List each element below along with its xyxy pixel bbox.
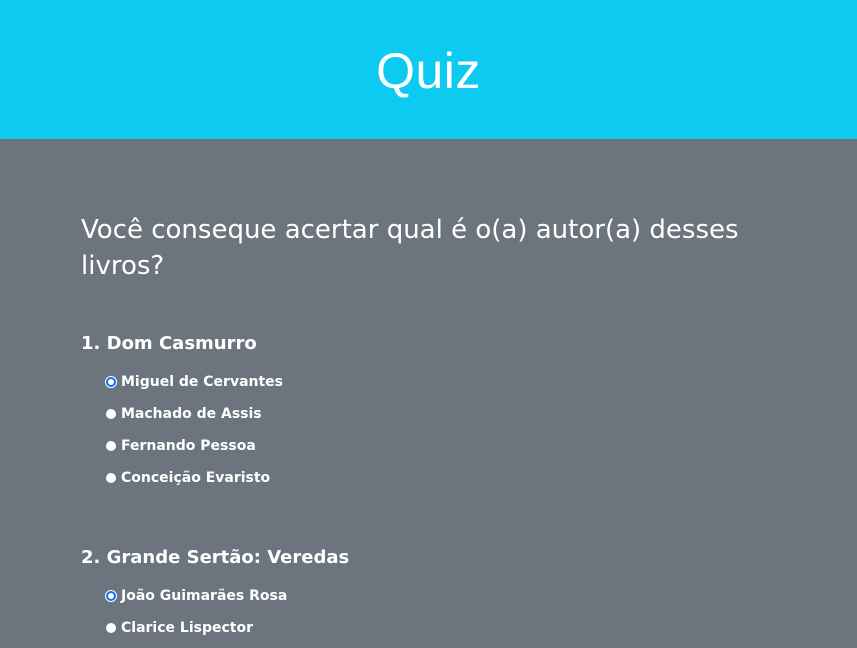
question-title: 1. Dom Casmurro [81,333,257,354]
answer-option[interactable]: Clarice Lispector [106,612,287,644]
radio-button[interactable] [106,441,116,451]
answer-options: João Guimarães Rosa Clarice Lispector [106,580,287,644]
question-title: 2. Grande Sertão: Veredas [81,547,350,568]
page-title: Quiz [376,42,481,99]
answer-option[interactable]: Machado de Assis [106,398,283,430]
answer-label[interactable]: Miguel de Cervantes [121,374,283,390]
question-1: 1. Dom Casmurro Miguel de Cervantes Mach… [81,332,781,486]
answer-option[interactable]: João Guimarães Rosa [106,580,287,612]
answer-label[interactable]: Fernando Pessoa [121,438,256,454]
quiz-intro: Você conseque acertar qual é o(a) autor(… [81,215,739,281]
page-header: Quiz [0,0,857,139]
answer-option[interactable]: Miguel de Cervantes [106,366,283,398]
answer-options: Miguel de Cervantes Machado de Assis Fer… [106,366,283,494]
radio-button-selected[interactable] [106,377,116,387]
answer-label[interactable]: João Guimarães Rosa [121,588,287,604]
radio-button-selected[interactable] [106,591,116,601]
quiz-main: Você conseque acertar qual é o(a) autor(… [0,139,857,648]
answer-option[interactable]: Fernando Pessoa [106,430,283,462]
radio-button[interactable] [106,473,116,483]
answer-label[interactable]: Machado de Assis [121,406,262,422]
answer-option[interactable]: Conceição Evaristo [106,462,283,494]
answer-label[interactable]: Conceição Evaristo [121,470,270,486]
radio-button[interactable] [106,623,116,633]
answer-label[interactable]: Clarice Lispector [121,620,253,636]
question-2: 2. Grande Sertão: Veredas João Guimarães… [81,546,781,636]
radio-button[interactable] [106,409,116,419]
